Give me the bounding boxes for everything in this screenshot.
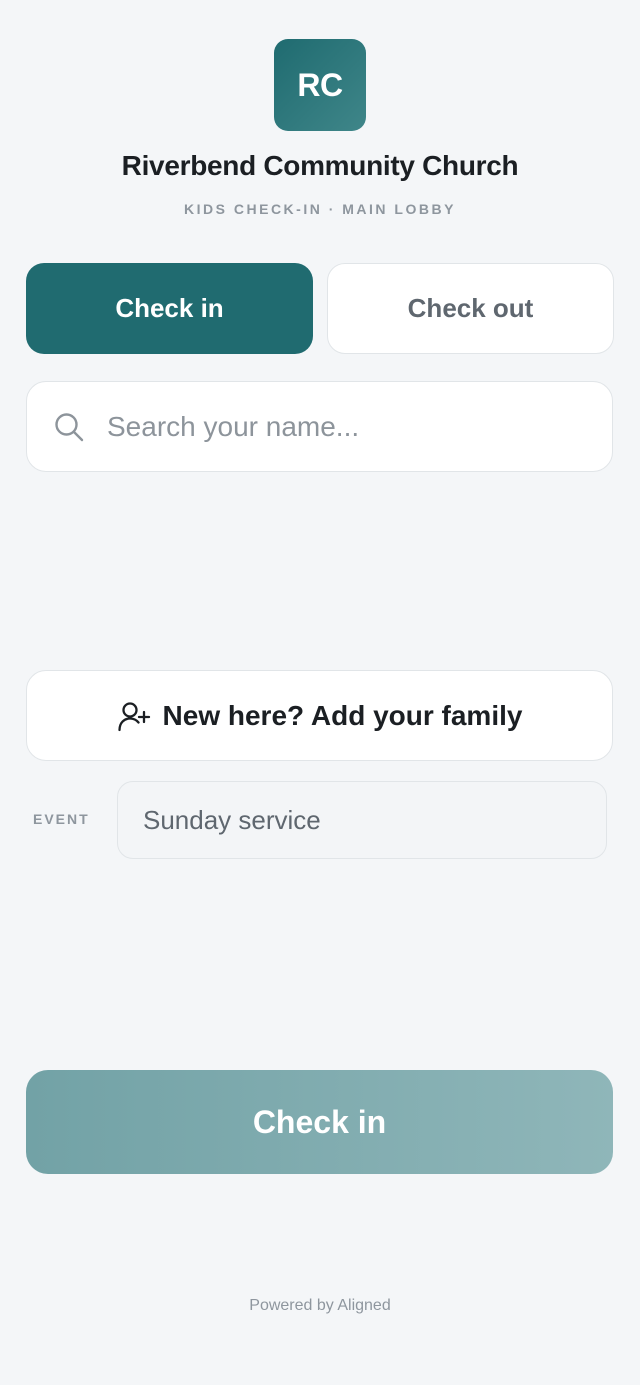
event-label: EVENT	[33, 811, 90, 827]
search-input[interactable]	[107, 382, 587, 471]
add-family-button[interactable]: New here? Add your family	[26, 670, 613, 761]
check-out-mode-button[interactable]: Check out	[327, 263, 614, 354]
check-in-mode-button[interactable]: Check in	[26, 263, 313, 354]
logo-initials: RC	[297, 66, 343, 103]
check-in-submit-button[interactable]: Check in	[26, 1070, 613, 1174]
add-family-label: New here? Add your family	[162, 699, 523, 731]
search-icon	[55, 413, 84, 442]
event-selected-value: Sunday service	[143, 804, 321, 835]
church-logo: RC	[274, 39, 366, 131]
kiosk-subtitle: KIDS CHECK-IN · MAIN LOBBY	[184, 201, 456, 217]
search-box[interactable]	[26, 381, 613, 472]
kids-checkin-screen: RC Riverbend Community Church KIDS CHECK…	[0, 0, 640, 1385]
church-name: Riverbend Community Church	[121, 150, 519, 181]
event-select[interactable]: Sunday service	[117, 781, 607, 859]
user-plus-icon	[117, 701, 150, 731]
powered-by-footer: Powered by Aligned	[249, 1297, 391, 1314]
